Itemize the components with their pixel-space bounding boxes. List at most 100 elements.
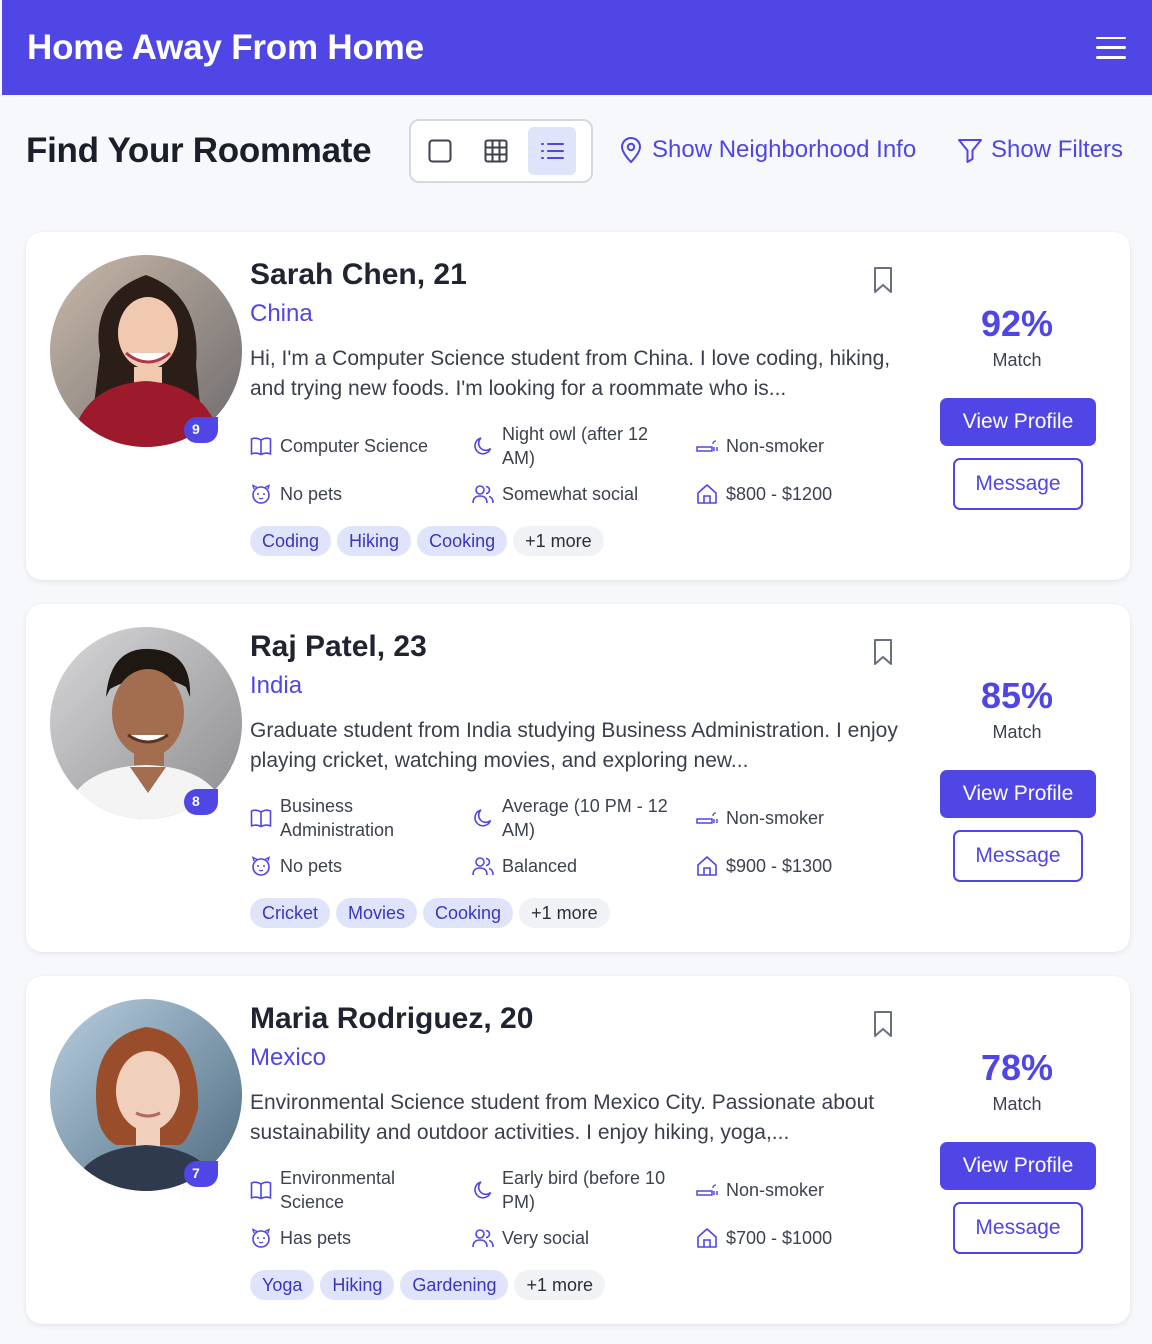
smoking-attr: Non-smoker — [696, 806, 896, 830]
sleep-attr: Night owl (after 12 AM) — [472, 422, 672, 470]
menu-icon[interactable] — [1096, 36, 1126, 60]
profile-country: Mexico — [250, 1044, 327, 1071]
more-tags[interactable]: +1 more — [513, 526, 604, 556]
show-neighborhood-link[interactable]: Show Neighborhood Info — [618, 136, 916, 164]
profile-name[interactable]: Raj Patel, 23 — [250, 630, 427, 664]
smoking-attr: Non-smoker — [696, 434, 896, 458]
major-attr: Computer Science — [250, 434, 460, 458]
top-navbar: Home Away From Home — [2, 0, 1152, 95]
match-label: Match — [992, 350, 1042, 370]
social-attr: Somewhat social — [472, 482, 638, 506]
major-attr: Environmental Science — [250, 1166, 450, 1214]
sleep-attr: Early bird (before 10 PM) — [472, 1166, 682, 1214]
users-icon — [472, 485, 494, 504]
match-percent: 92% — [980, 303, 1054, 344]
map-pin-icon — [620, 137, 642, 164]
view-profile-button[interactable]: View Profile — [940, 398, 1096, 446]
moon-icon — [474, 1181, 492, 1199]
profile-bio: Hi, I'm a Computer Science student from … — [250, 347, 891, 400]
budget-attr: $900 - $1300 — [696, 854, 832, 878]
sleep-attr: Average (10 PM - 12 AM) — [472, 794, 682, 842]
view-profile-button[interactable]: View Profile — [940, 770, 1096, 818]
match-percent: 85% — [980, 675, 1054, 716]
profile-country: India — [250, 672, 303, 699]
match-label: Match — [992, 722, 1042, 742]
grid-icon — [484, 139, 508, 163]
social-attr: Very social — [472, 1226, 589, 1250]
show-filters-link[interactable]: Show Filters — [957, 136, 1123, 164]
interest-tag[interactable]: Cooking — [417, 526, 508, 556]
more-tags[interactable]: +1 more — [514, 1270, 606, 1300]
match-label: Match — [992, 1094, 1042, 1114]
match-badge: 9 — [184, 417, 218, 443]
view-profile-button[interactable]: View Profile — [940, 1142, 1096, 1190]
major-attr: Business Administration — [250, 794, 450, 842]
profile-name[interactable]: Sarah Chen, 21 — [250, 258, 467, 292]
users-icon — [472, 1229, 494, 1248]
message-button[interactable]: Message — [953, 830, 1083, 882]
roommate-card: 9 Sarah Chen, 21 China Hi, I'm a Compute… — [26, 232, 1130, 580]
roommate-card: 8 Raj Patel, 23 India Graduate student f… — [26, 604, 1130, 952]
pets-attr: No pets — [250, 482, 342, 506]
filter-icon — [958, 139, 982, 163]
pets-attr: Has pets — [250, 1226, 351, 1250]
social-attr: Balanced — [472, 854, 577, 878]
bookmark-icon[interactable] — [872, 638, 894, 666]
roommate-card: 7 Maria Rodriguez, 20 Mexico Environment… — [26, 976, 1130, 1324]
neighborhood-label: Show Neighborhood Info — [652, 136, 917, 163]
home-icon — [697, 856, 717, 876]
no-smoking-icon — [696, 812, 718, 824]
budget-attr: $800 - $1200 — [696, 482, 832, 506]
square-icon — [428, 139, 452, 163]
grid-view-button[interactable] — [472, 127, 520, 175]
app-title[interactable]: Home Away From Home — [27, 28, 424, 68]
paw-icon — [251, 856, 271, 876]
interest-tag[interactable]: Gardening — [400, 1270, 509, 1300]
match-score: 85% Match — [936, 676, 1098, 743]
paw-icon — [251, 484, 271, 504]
view-toggle — [409, 119, 593, 183]
match-badge: 8 — [184, 789, 218, 815]
message-button[interactable]: Message — [953, 458, 1083, 510]
list-view-button[interactable] — [528, 127, 576, 175]
single-view-button[interactable] — [416, 127, 464, 175]
message-button[interactable]: Message — [953, 1202, 1083, 1254]
interest-tag[interactable]: Coding — [250, 526, 332, 556]
book-icon — [250, 437, 272, 456]
pets-attr: No pets — [250, 854, 342, 878]
moon-icon — [474, 437, 492, 455]
profile-name[interactable]: Maria Rodriguez, 20 — [250, 1002, 533, 1036]
more-tags[interactable]: +1 more — [519, 898, 610, 928]
home-icon — [697, 1228, 717, 1248]
smoking-attr: Non-smoker — [696, 1178, 896, 1202]
list-icon — [541, 143, 564, 159]
no-smoking-icon — [696, 440, 718, 452]
match-badge: 7 — [184, 1161, 218, 1187]
interest-tags: Cricket Movies Cooking +1 more — [250, 898, 610, 928]
profile-country: China — [250, 300, 313, 327]
filters-label: Show Filters — [991, 136, 1124, 163]
interest-tag[interactable]: Hiking — [337, 526, 412, 556]
interest-tags: Yoga Hiking Gardening +1 more — [250, 1270, 606, 1300]
book-icon — [250, 809, 272, 828]
match-percent: 78% — [980, 1047, 1054, 1088]
interest-tag[interactable]: Yoga — [250, 1270, 315, 1300]
no-smoking-icon — [696, 1184, 718, 1196]
interest-tag[interactable]: Cricket — [250, 898, 331, 928]
paw-icon — [251, 1228, 271, 1248]
book-icon — [250, 1181, 272, 1200]
profile-bio: Environmental Science student from Mexic… — [250, 1091, 875, 1144]
bookmark-icon[interactable] — [872, 266, 894, 294]
interest-tag[interactable]: Hiking — [320, 1270, 395, 1300]
moon-icon — [474, 809, 492, 827]
budget-attr: $700 - $1000 — [696, 1226, 832, 1250]
match-score: 92% Match — [936, 304, 1098, 371]
interest-tag[interactable]: Cooking — [423, 898, 514, 928]
bookmark-icon[interactable] — [872, 1010, 894, 1038]
page-title: Find Your Roommate — [26, 131, 372, 170]
users-icon — [472, 857, 494, 876]
page-toolbar: Find Your Roommate Show Neighborhood Inf… — [26, 118, 1130, 184]
interest-tags: Coding Hiking Cooking +1 more — [250, 526, 604, 556]
home-icon — [697, 484, 717, 504]
interest-tag[interactable]: Movies — [336, 898, 418, 928]
